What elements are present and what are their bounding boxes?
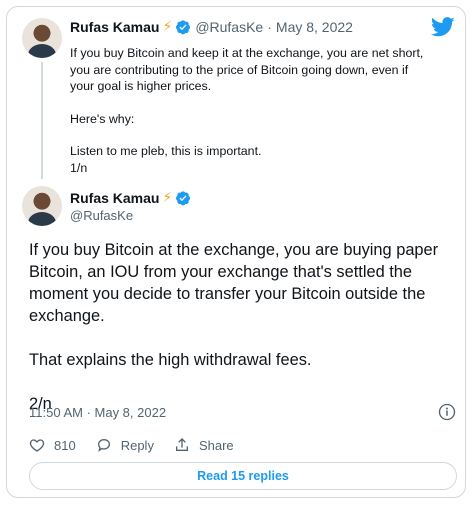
author-handle[interactable]: @RufasKe: [195, 19, 263, 35]
lightning-emoji: ⚡: [162, 18, 173, 34]
main-tweet-author: Rufas Kamau ⚡: [70, 189, 191, 206]
like-count: 810: [54, 437, 76, 453]
author-name[interactable]: Rufas Kamau: [70, 190, 159, 206]
thread-connector-line: [41, 62, 43, 179]
tweet-actions: 810 Reply Share: [29, 437, 254, 453]
avatar[interactable]: [22, 186, 62, 226]
share-button[interactable]: Share: [174, 437, 234, 453]
tweet-paragraph: If you buy Bitcoin at the exchange, you …: [29, 241, 439, 325]
embedded-tweet-card: Rufas Kamau ⚡ @RufasKe · May 8, 2022 If …: [6, 6, 466, 498]
read-replies-button[interactable]: Read 15 replies: [29, 462, 457, 490]
quoted-tweet-text: If you buy Bitcoin and keep it at the ex…: [70, 45, 430, 176]
reply-bubble-icon: [97, 438, 110, 452]
verified-badge-icon: [176, 190, 191, 205]
main-tweet-text: If you buy Bitcoin at the exchange, you …: [29, 239, 459, 415]
author-name[interactable]: Rufas Kamau: [70, 19, 159, 35]
reply-label: Reply: [120, 437, 154, 453]
tweet-line: 1/n: [70, 160, 88, 175]
share-label: Share: [198, 437, 234, 453]
verified-badge-icon: [176, 19, 191, 34]
tweet-date[interactable]: May 8, 2022: [276, 19, 353, 35]
twitter-bird-icon[interactable]: [431, 17, 455, 37]
like-button[interactable]: 810: [29, 437, 76, 453]
tweet-timestamp[interactable]: 11:50 AM · May 8, 2022: [29, 405, 166, 420]
share-icon: [175, 438, 188, 451]
reply-button[interactable]: Reply: [96, 437, 154, 453]
tweet-line: Here's why:: [70, 111, 135, 126]
tweet-line: Listen to me pleb, this is important.: [70, 144, 262, 158]
quoted-tweet-header: Rufas Kamau ⚡ @RufasKe · May 8, 2022: [70, 18, 353, 35]
separator-dot: ·: [267, 18, 272, 35]
info-icon[interactable]: [438, 403, 456, 421]
lightning-emoji: ⚡: [162, 189, 173, 205]
tweet-paragraph: That explains the high withdrawal fees.: [29, 351, 312, 369]
heart-icon: [29, 439, 45, 452]
avatar[interactable]: [22, 18, 62, 58]
tweet-line: If you buy Bitcoin and keep it at the ex…: [70, 46, 424, 93]
author-handle[interactable]: @RufasKe: [70, 208, 133, 223]
